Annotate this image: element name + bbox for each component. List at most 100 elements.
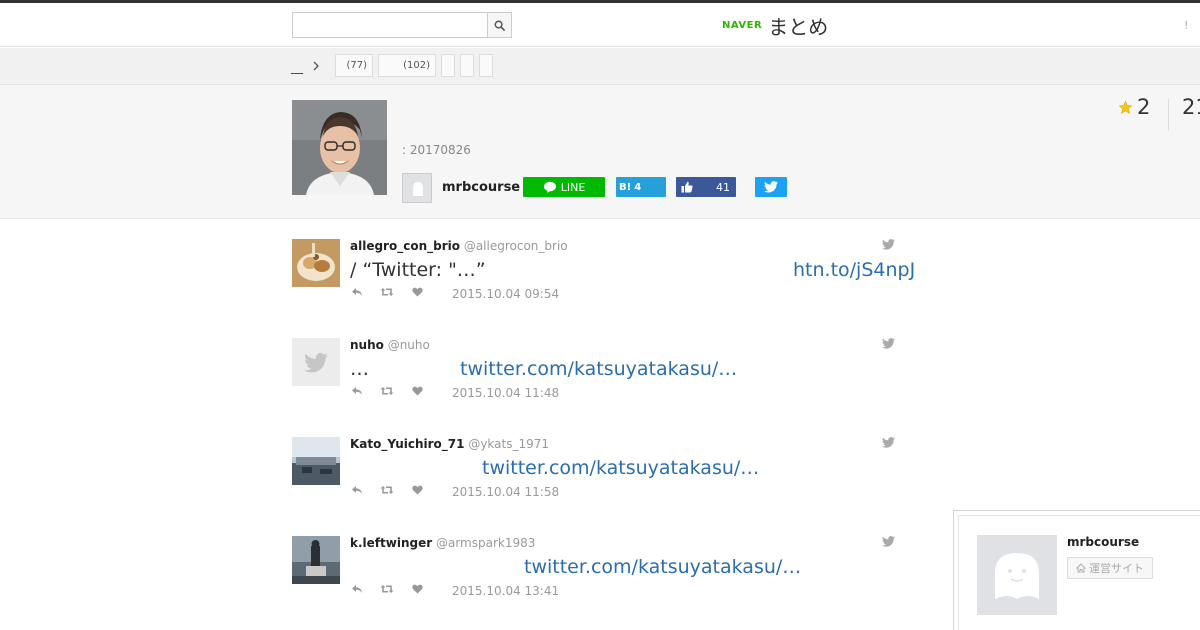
profile-name[interactable]: mrbcourse — [1067, 535, 1139, 549]
profile-site-button[interactable]: 運営サイト — [1067, 557, 1153, 579]
tweet-item: allegro_con_brio @allegrocon_brio / “Twi… — [292, 239, 915, 319]
tweet-link[interactable]: twitter.com/katsuyatakasu/… — [460, 358, 737, 380]
reply-icon — [352, 585, 362, 593]
default-user-icon — [977, 535, 1057, 615]
tweet-actions — [350, 386, 424, 396]
heart-icon — [411, 584, 423, 594]
tweet-header: allegro_con_brio @allegrocon_brio — [350, 239, 568, 253]
favorite-count: 2 — [1137, 95, 1151, 119]
twitter-bird-icon[interactable] — [882, 338, 895, 349]
tweet-link[interactable]: htn.to/jS4npJ — [793, 259, 915, 281]
tweet-handle[interactable]: @allegrocon_brio — [464, 239, 568, 253]
retweet-icon — [380, 288, 394, 296]
tweet-item: k.leftwinger @armspark1983 twitter.com/k… — [292, 536, 902, 616]
tag-chip[interactable] — [441, 54, 455, 77]
facebook-like-count: 41 — [716, 180, 730, 194]
tweet-link[interactable]: twitter.com/katsuyatakasu/… — [482, 457, 759, 479]
retweet-button[interactable] — [380, 386, 394, 396]
tweet-username[interactable]: k.leftwinger — [350, 536, 432, 550]
retweet-icon — [380, 585, 394, 593]
tweet-username[interactable]: nuho — [350, 338, 384, 352]
like-button[interactable] — [410, 584, 424, 594]
profile-site-label: 運営サイト — [1089, 562, 1144, 575]
favorite-counter[interactable]: 2 — [1118, 95, 1150, 119]
breadcrumb-home-link[interactable]: __ — [291, 60, 303, 74]
updated-date: : 20170826 — [402, 143, 471, 157]
reply-button[interactable] — [350, 584, 364, 594]
statue-photo-icon — [292, 536, 340, 584]
twitter-share-button[interactable] — [755, 177, 787, 197]
hatena-icon: B! — [619, 181, 632, 193]
line-share-label: LINE — [560, 180, 586, 194]
naver-matome-logo[interactable]: NAVER まとめ — [722, 12, 829, 39]
search-input[interactable] — [292, 12, 488, 38]
tweet-header: Kato_Yuichiro_71 @ykats_1971 — [350, 437, 549, 451]
like-button[interactable] — [410, 485, 424, 495]
tweet-avatar[interactable] — [292, 239, 340, 287]
tweet-item: nuho @nuho … twitter.com/katsuyatakasu/…… — [292, 338, 902, 418]
tweet-actions — [350, 485, 424, 495]
reply-icon — [352, 486, 362, 494]
logo-service: まとめ — [768, 14, 829, 39]
tweet-timestamp[interactable]: 2015.10.04 11:48 — [452, 386, 559, 400]
author-name[interactable]: mrbcourse — [442, 180, 520, 195]
twitter-bird-icon[interactable] — [882, 437, 895, 448]
author-profile-card: mrbcourse 運営サイト — [953, 510, 1200, 630]
tweet-text: … — [350, 358, 369, 380]
chevron-right-icon — [313, 61, 319, 71]
reply-button[interactable] — [350, 485, 364, 495]
like-button[interactable] — [410, 386, 424, 396]
tweet-username[interactable]: Kato_Yuichiro_71 — [350, 437, 464, 451]
star-icon — [1118, 100, 1133, 114]
home-icon — [1076, 563, 1086, 573]
retweet-button[interactable] — [380, 584, 394, 594]
retweet-button[interactable] — [380, 287, 394, 297]
tweet-text: / “Twitter: "…” — [350, 259, 486, 281]
tag-chip[interactable] — [479, 54, 493, 77]
article-header: : 20170826 mrbcourse LINE B! 4 41 2 2 — [0, 85, 1200, 219]
tag-chip[interactable]: (102) — [378, 54, 436, 77]
retweet-icon — [380, 486, 394, 494]
tweet-timestamp[interactable]: 2015.10.04 13:41 — [452, 584, 559, 598]
twitter-bird-icon[interactable] — [882, 239, 895, 250]
tweet-avatar[interactable] — [292, 338, 340, 386]
reply-icon — [352, 288, 362, 296]
article-thumbnail — [292, 100, 387, 195]
tag-chip[interactable]: (77) — [335, 54, 373, 77]
profile-avatar[interactable] — [977, 535, 1057, 615]
like-button[interactable] — [410, 287, 424, 297]
tweet-link[interactable]: twitter.com/katsuyatakasu/… — [524, 556, 801, 578]
heart-icon — [411, 386, 423, 396]
tweet-handle[interactable]: @armspark1983 — [436, 536, 535, 550]
facebook-like-button[interactable]: 41 — [676, 177, 736, 197]
tag-chip[interactable] — [460, 54, 474, 77]
reply-icon — [352, 387, 362, 395]
twitter-bird-icon[interactable] — [882, 536, 895, 547]
landscape-photo-icon — [292, 437, 340, 485]
line-icon — [543, 181, 556, 193]
twitter-bird-icon — [292, 338, 340, 386]
line-share-button[interactable]: LINE — [523, 177, 605, 197]
tweet-handle[interactable]: @ykats_1971 — [468, 437, 549, 451]
search-button[interactable] — [487, 12, 512, 38]
tweet-header: k.leftwinger @armspark1983 — [350, 536, 535, 550]
retweet-button[interactable] — [380, 485, 394, 495]
default-user-icon — [403, 174, 431, 202]
reply-button[interactable] — [350, 386, 364, 396]
reply-button[interactable] — [350, 287, 364, 297]
tweet-avatar[interactable] — [292, 437, 340, 485]
stat-divider — [1168, 99, 1169, 131]
tweet-timestamp[interactable]: 2015.10.04 11:58 — [452, 485, 559, 499]
tweet-header: nuho @nuho — [350, 338, 430, 352]
tweet-timestamp[interactable]: 2015.10.04 09:54 — [452, 287, 559, 301]
tweet-avatar[interactable] — [292, 536, 340, 584]
heart-icon — [411, 287, 423, 297]
logo-brand: NAVER — [722, 19, 763, 31]
tweet-username[interactable]: allegro_con_brio — [350, 239, 460, 253]
hatena-bookmark-button[interactable]: B! 4 — [616, 177, 666, 197]
search-icon — [494, 20, 505, 31]
breadcrumb: __ (77) (102) — [0, 48, 1200, 85]
author-avatar[interactable] — [402, 173, 432, 203]
tweet-handle[interactable]: @nuho — [388, 338, 430, 352]
notification-mark[interactable]: ! — [1184, 19, 1188, 32]
